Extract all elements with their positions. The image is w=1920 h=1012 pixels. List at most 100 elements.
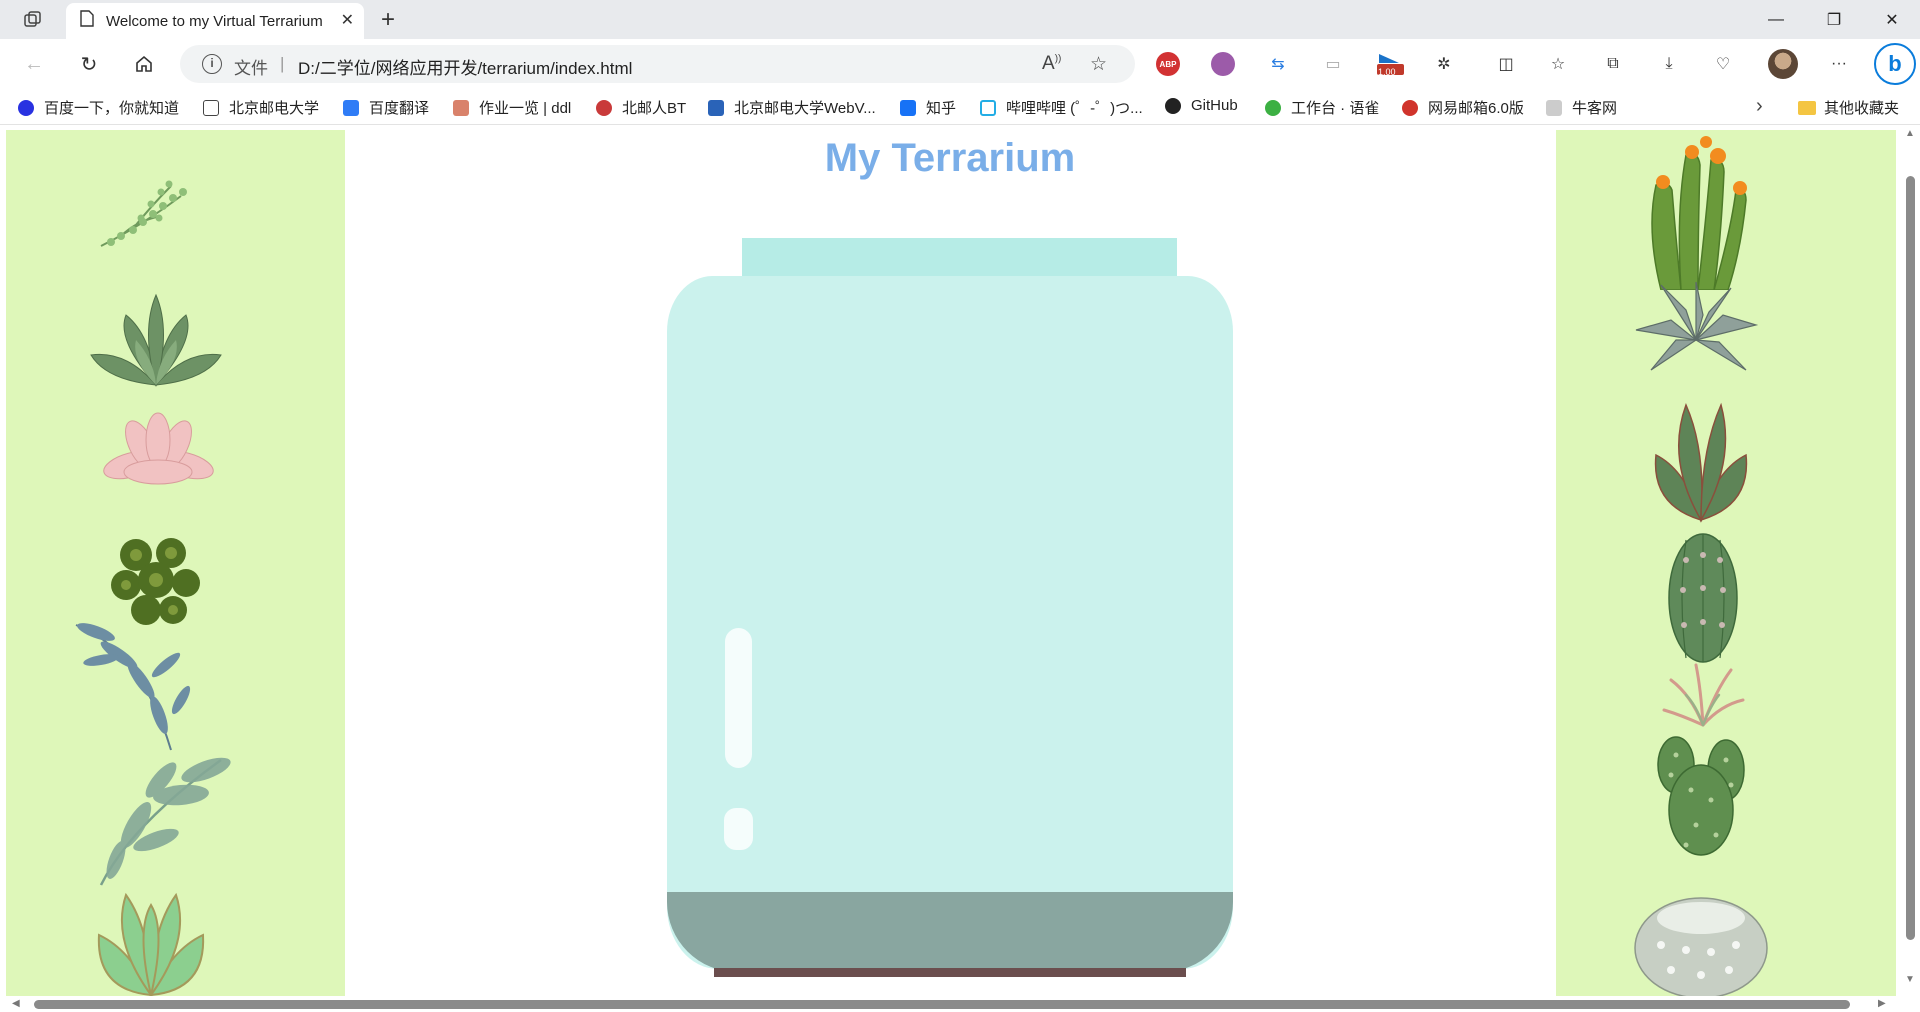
right-plant-container: [1556, 130, 1896, 998]
minimize-icon[interactable]: —: [1748, 0, 1804, 39]
more-options-icon[interactable]: ···: [1827, 52, 1851, 76]
bookmark-item[interactable]: GitHub: [1165, 97, 1238, 114]
sync-extension-icon[interactable]: ⇆: [1266, 52, 1290, 76]
collections-icon[interactable]: ⧉: [1601, 52, 1625, 76]
back-icon[interactable]: ←: [18, 49, 50, 79]
profile-avatar[interactable]: [1768, 49, 1798, 79]
yuque-icon: [1265, 99, 1281, 116]
jar-bottom: [714, 968, 1186, 977]
bookmark-label: 百度翻译: [369, 100, 430, 117]
bookmark-item[interactable]: 作业一览 | ddl: [453, 97, 571, 118]
address-bar[interactable]: i 文件 | D:/二学位/网络应用开发/terrarium/index.htm…: [180, 45, 1135, 83]
zhihu-icon: [900, 99, 916, 116]
scroll-down-icon[interactable]: ▼: [1905, 974, 1915, 985]
vertical-scrollbar[interactable]: ▲ ▼: [1900, 126, 1920, 1012]
split-screen-icon[interactable]: ◫: [1494, 52, 1518, 76]
plant4[interactable]: [101, 525, 211, 635]
bookmark-item[interactable]: 百度翻译: [343, 97, 429, 118]
chevron-right-icon[interactable]: ›: [1756, 95, 1763, 118]
plant12[interactable]: [1661, 660, 1746, 730]
downloads-icon[interactable]: ⤓: [1657, 52, 1681, 76]
book-icon: [453, 99, 469, 116]
jar-glossy-short: [724, 808, 753, 850]
netease-mail-icon: [1402, 99, 1418, 116]
bookmark-label: 百度一下，你就知道: [44, 100, 180, 117]
folder-icon: [1798, 100, 1816, 115]
plant1[interactable]: [91, 176, 211, 256]
extension-purple-icon[interactable]: [1211, 52, 1235, 76]
bookmark-item[interactable]: 北邮人BT: [596, 97, 686, 118]
bookmark-label: 知乎: [926, 100, 957, 117]
tab-strip: Welcome to my Virtual Terrarium ✕ + — ❐ …: [0, 0, 1920, 39]
bookmark-item[interactable]: 牛客网: [1546, 97, 1617, 118]
folder-label: 其他收藏夹: [1824, 100, 1900, 117]
navigation-toolbar: ← ↻ i 文件 | D:/二学位/网络应用开发/terrarium/index…: [0, 39, 1920, 89]
horizontal-scrollbar[interactable]: ◀ ▶: [0, 996, 1900, 1012]
page-title: My Terrarium: [824, 136, 1076, 180]
speed-badge: 1.00: [1378, 67, 1396, 77]
other-bookmarks-folder[interactable]: 其他收藏夹: [1798, 97, 1899, 118]
info-icon[interactable]: i: [202, 54, 222, 74]
window-close-icon[interactable]: ✕: [1864, 0, 1920, 39]
scroll-left-icon[interactable]: ◀: [12, 998, 20, 1009]
read-aloud-icon[interactable]: A)): [1042, 53, 1061, 75]
adblock-icon[interactable]: ABP: [1156, 52, 1180, 76]
plant9[interactable]: [1631, 280, 1761, 380]
address-url[interactable]: D:/二学位/网络应用开发/terrarium/index.html: [298, 54, 632, 79]
plant13[interactable]: [1646, 730, 1756, 860]
left-plant-container: [6, 130, 345, 998]
close-tab-icon[interactable]: ✕: [341, 10, 354, 30]
bookmark-item[interactable]: 网易邮箱6.0版: [1402, 97, 1524, 118]
address-separator: |: [280, 54, 285, 73]
bookmark-label: 作业一览 | ddl: [479, 100, 572, 117]
home-icon[interactable]: [128, 49, 160, 79]
webvpn-icon: [708, 99, 724, 116]
vertical-scroll-thumb[interactable]: [1906, 176, 1915, 940]
bookmark-label: 牛客网: [1572, 100, 1618, 117]
plant5[interactable]: [71, 620, 246, 755]
favorites-icon[interactable]: ☆: [1546, 52, 1570, 76]
bookmark-label: 北京邮电大学WebV...: [734, 100, 876, 117]
jar-walls: [667, 276, 1233, 969]
bookmark-label: 北邮人BT: [622, 100, 687, 117]
bookmark-item[interactable]: 北京邮电大学WebV...: [708, 97, 876, 118]
new-tab-button[interactable]: +: [373, 5, 403, 35]
page-icon: [203, 99, 219, 116]
plant7[interactable]: [91, 880, 211, 998]
page-icon: [80, 10, 94, 32]
bookmark-icon: [18, 99, 34, 116]
favorite-star-icon[interactable]: ☆: [1090, 53, 1107, 76]
bookmark-label: 北京邮电大学: [229, 100, 320, 117]
horizontal-scroll-thumb[interactable]: [34, 1000, 1850, 1009]
bookmark-label: 网易邮箱6.0版: [1428, 100, 1524, 117]
bookmark-label: 哔哩哔哩 (゜-゜)つ...: [1006, 100, 1143, 117]
page-viewport: My Terrarium: [0, 126, 1920, 1012]
active-tab[interactable]: Welcome to my Virtual Terrarium ✕: [66, 3, 364, 39]
extensions-puzzle-icon[interactable]: ✲: [1432, 52, 1456, 76]
scroll-up-icon[interactable]: ▲: [1905, 128, 1915, 139]
jar-glossy-long: [725, 628, 752, 768]
copilot-icon[interactable]: b: [1874, 43, 1916, 85]
plant11[interactable]: [1656, 530, 1751, 665]
plant6[interactable]: [91, 745, 241, 890]
plant10[interactable]: [1646, 400, 1756, 525]
github-icon: [1165, 97, 1181, 114]
bookmark-item[interactable]: 工作台 · 语雀: [1265, 97, 1379, 118]
tab-title: Welcome to my Virtual Terrarium: [106, 12, 323, 30]
bookmarks-bar: 百度一下，你就知道 北京邮电大学 百度翻译 作业一览 | ddl 北邮人BT 北…: [0, 89, 1920, 125]
bookmark-item[interactable]: 百度一下，你就知道: [18, 97, 179, 118]
butterfly-icon: [596, 99, 612, 116]
screen-extension-icon[interactable]: ▭: [1321, 52, 1345, 76]
plant3[interactable]: [101, 410, 216, 495]
bookmark-item[interactable]: 知乎: [900, 97, 956, 118]
performance-icon[interactable]: ♡: [1711, 52, 1735, 76]
plant14[interactable]: [1631, 890, 1771, 998]
plant2[interactable]: [86, 290, 226, 400]
scroll-right-icon[interactable]: ▶: [1878, 998, 1886, 1009]
bookmark-item[interactable]: 哔哩哔哩 (゜-゜)つ...: [980, 97, 1143, 118]
bilibili-icon: [980, 99, 996, 116]
workspaces-icon[interactable]: [16, 6, 50, 34]
bookmark-item[interactable]: 北京邮电大学: [203, 97, 319, 118]
restore-icon[interactable]: ❐: [1806, 0, 1862, 39]
refresh-icon[interactable]: ↻: [73, 49, 105, 79]
